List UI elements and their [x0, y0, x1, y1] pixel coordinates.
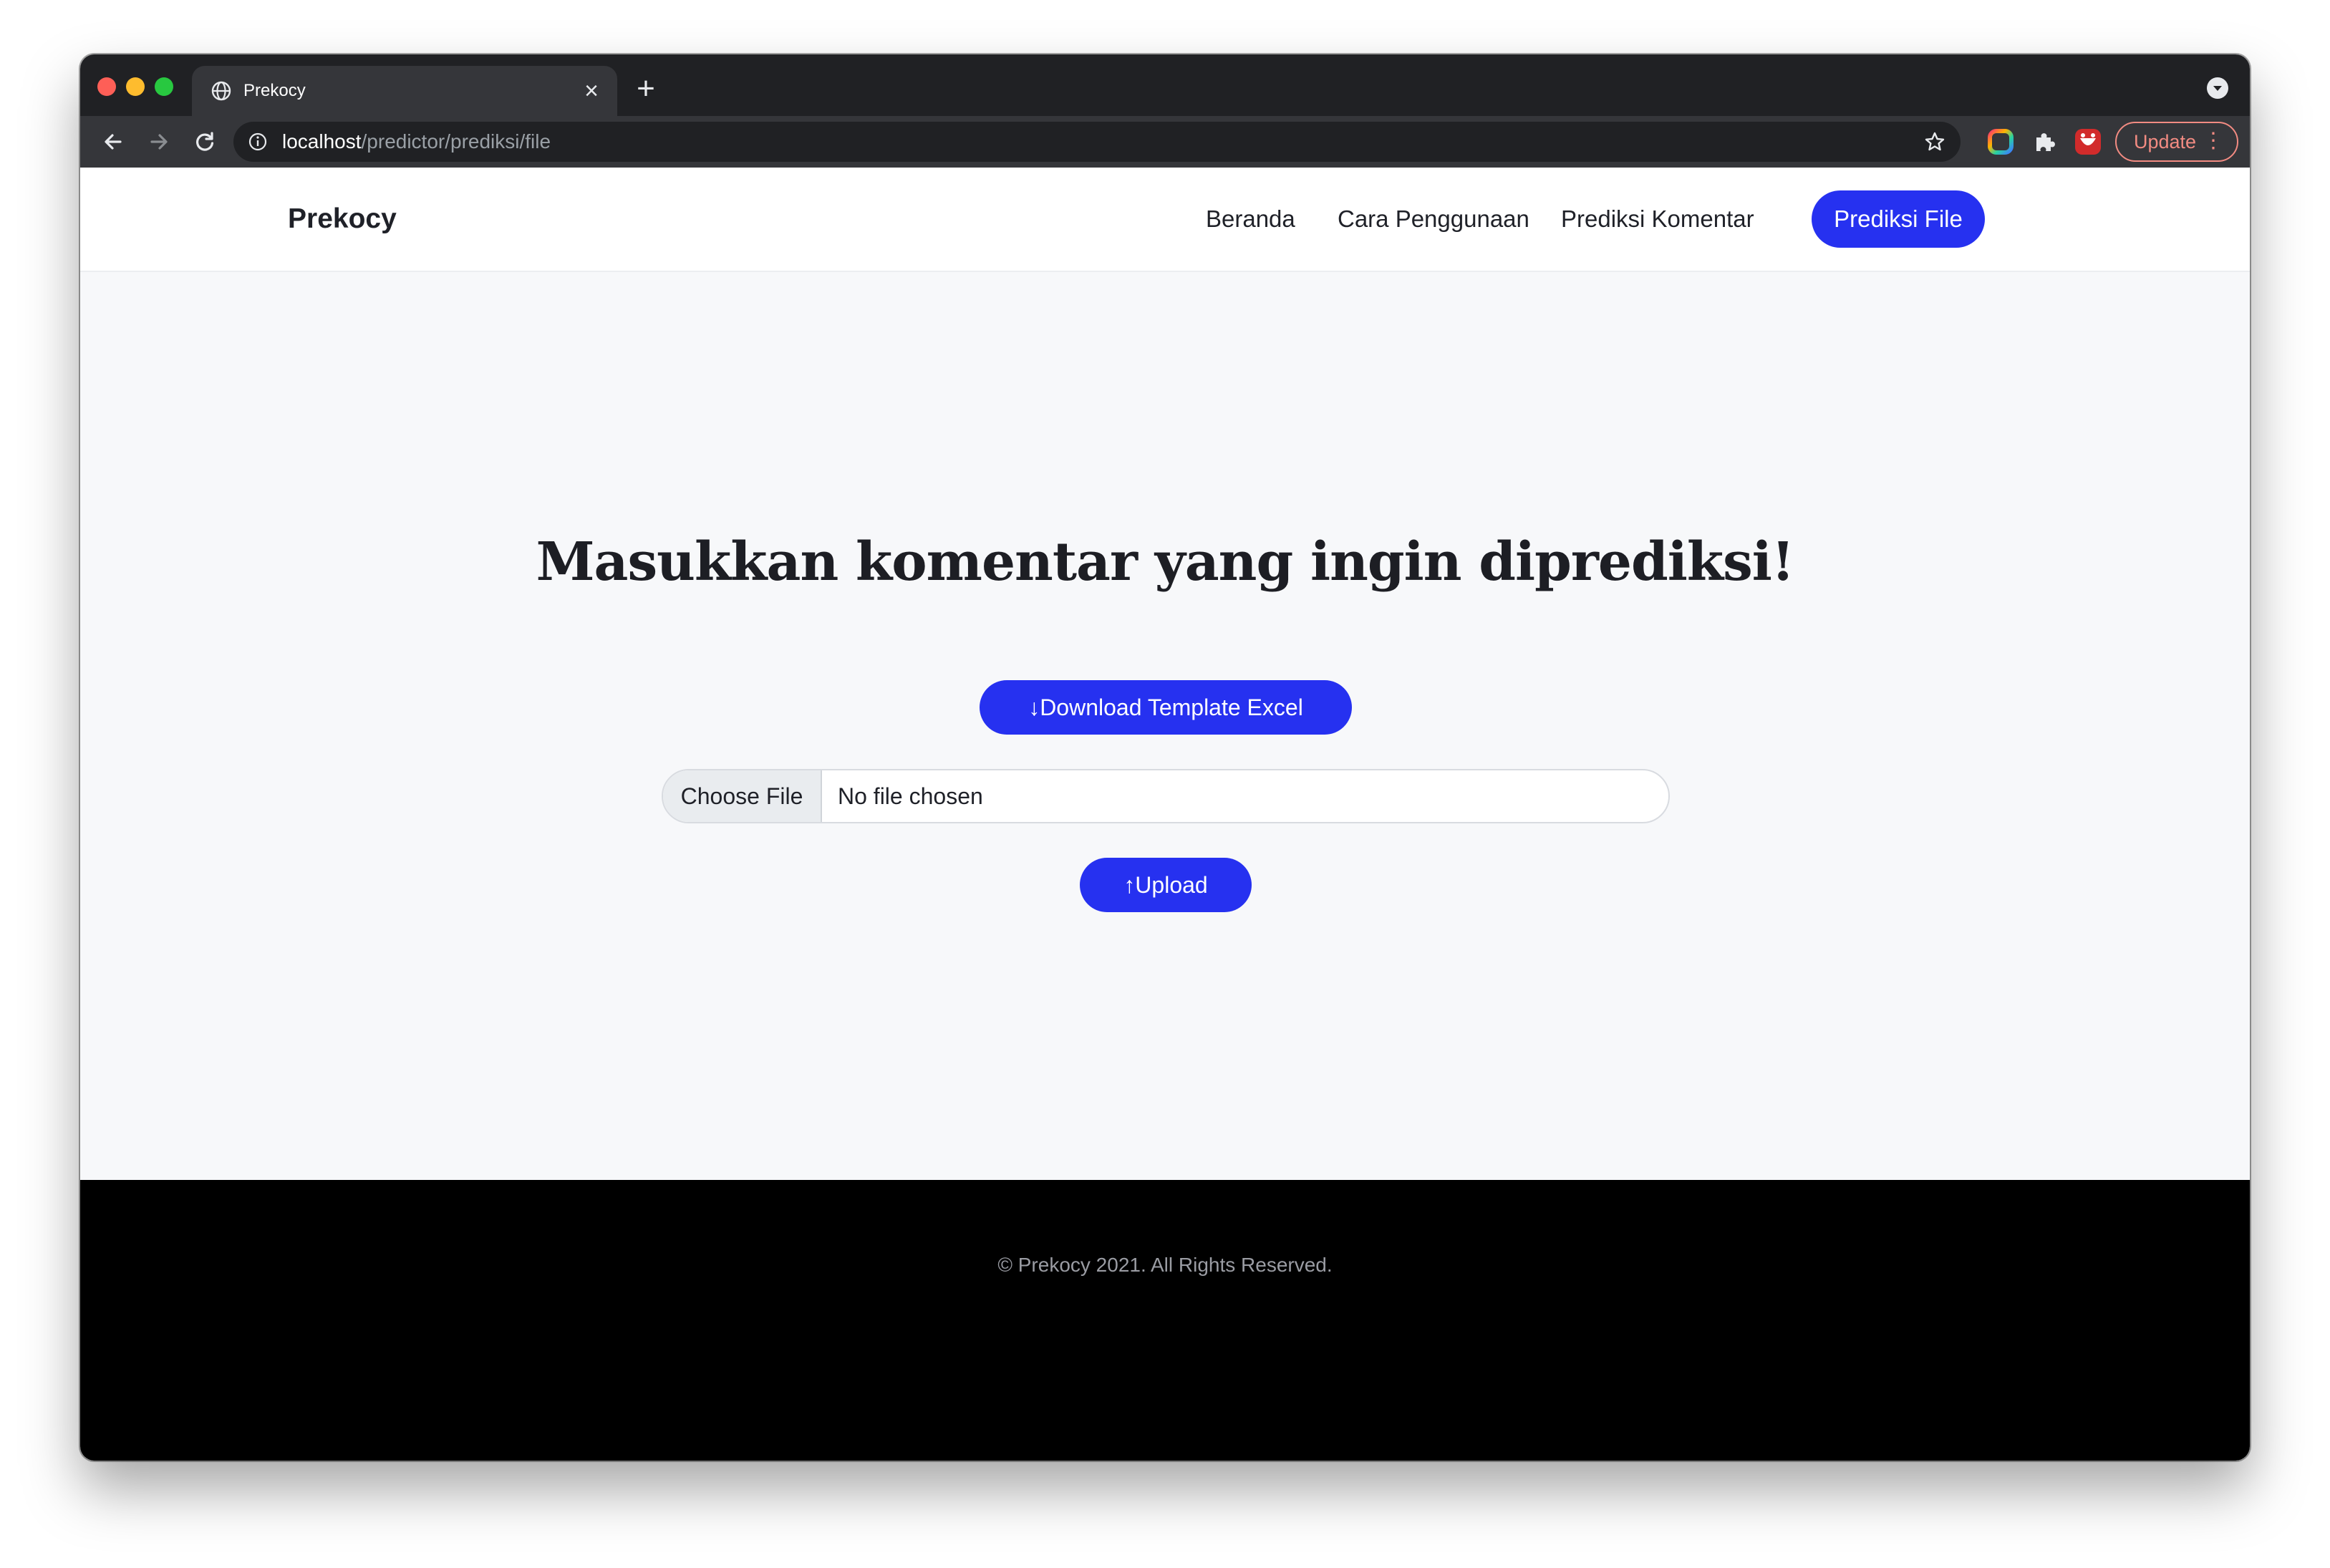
forward-icon[interactable]: [145, 127, 173, 156]
maximize-window-button[interactable]: [155, 77, 173, 96]
red-extension-icon[interactable]: [2074, 127, 2102, 156]
tab-strip: Prekocy × +: [80, 54, 2250, 116]
copyright-text: © Prekocy 2021. All Rights Reserved.: [997, 1254, 1333, 1276]
download-template-button[interactable]: ↓Download Template Excel: [980, 680, 1352, 735]
file-upload-input[interactable]: Choose File No file chosen: [662, 769, 1670, 823]
file-status-text: No file chosen: [838, 783, 983, 809]
url-text: localhost/predictor/prediksi/file: [282, 122, 551, 162]
nav-link-cara-penggunaan[interactable]: Cara Penggunaan: [1338, 168, 1529, 271]
minimize-window-button[interactable]: [126, 77, 145, 96]
brand-logo[interactable]: Prekocy: [288, 168, 397, 271]
url-host: localhost: [282, 130, 362, 153]
close-window-button[interactable]: [97, 77, 116, 96]
page-title: Masukkan komentar yang ingin diprediksi!: [536, 531, 1795, 593]
plus-icon[interactable]: +: [630, 73, 662, 105]
site-footer: © Prekocy 2021. All Rights Reserved.: [80, 1180, 2250, 1461]
globe-icon: [211, 81, 231, 101]
star-icon[interactable]: [1923, 130, 1946, 153]
page-content: Prekocy Beranda Cara Penggunaan Prediksi…: [80, 168, 2250, 1461]
update-label: Update: [2134, 131, 2197, 153]
nav-link-beranda[interactable]: Beranda: [1206, 168, 1295, 271]
upload-button[interactable]: ↑Upload: [1080, 858, 1252, 912]
browser-window: Prekocy × + localhost/predictor/prediksi…: [80, 54, 2250, 1461]
nav-link-prediksi-file[interactable]: Prediksi File: [1812, 190, 1985, 248]
more-menu-icon[interactable]: ⋮: [2203, 123, 2224, 159]
update-button[interactable]: Update ⋮: [2115, 122, 2238, 162]
puzzle-extension-icon[interactable]: [2031, 127, 2059, 156]
color-extension-icon[interactable]: [1986, 127, 2015, 156]
browser-tab[interactable]: Prekocy ×: [192, 66, 617, 116]
url-path: /predictor/prediksi/file: [361, 130, 551, 153]
browser-toolbar: localhost/predictor/prediksi/file Update…: [80, 116, 2250, 168]
close-icon[interactable]: ×: [579, 78, 604, 104]
tab-search-icon[interactable]: [2207, 77, 2228, 99]
site-info-icon[interactable]: [248, 132, 268, 152]
reload-icon[interactable]: [190, 127, 219, 156]
nav-link-prediksi-komentar[interactable]: Prediksi Komentar: [1561, 168, 1754, 271]
back-icon[interactable]: [99, 127, 127, 156]
choose-file-button[interactable]: Choose File: [663, 770, 822, 822]
address-bar[interactable]: localhost/predictor/prediksi/file: [233, 122, 1961, 162]
site-navbar: Prekocy Beranda Cara Penggunaan Prediksi…: [80, 168, 2250, 272]
tab-title: Prekocy: [243, 81, 306, 100]
